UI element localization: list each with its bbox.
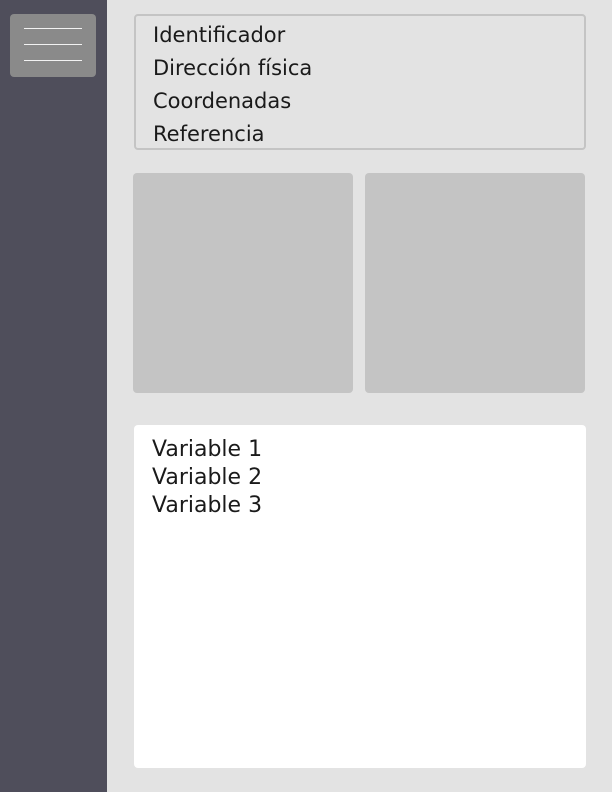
variable-item-3[interactable]: Variable 3 — [152, 492, 586, 520]
menu-bar-bottom — [24, 60, 82, 61]
physical-address-label: Dirección física — [153, 56, 313, 80]
identifier-label: Identificador — [153, 23, 286, 47]
variables-list: Variable 1 Variable 2 Variable 3 — [134, 425, 586, 768]
location-info-box: Identificador Dirección física Coordenad… — [134, 14, 586, 150]
image-placeholder-left — [133, 173, 353, 393]
variable-item-2[interactable]: Variable 2 — [152, 464, 586, 492]
menu-bar-top — [24, 28, 82, 29]
sidebar — [0, 0, 107, 792]
variable-item-1[interactable]: Variable 1 — [152, 436, 586, 464]
coordinates-label: Coordenadas — [153, 89, 292, 113]
hamburger-menu-icon[interactable] — [10, 14, 96, 77]
reference-label: Referencia — [153, 122, 265, 146]
menu-bar-middle — [24, 44, 82, 45]
image-placeholder-right — [365, 173, 585, 393]
